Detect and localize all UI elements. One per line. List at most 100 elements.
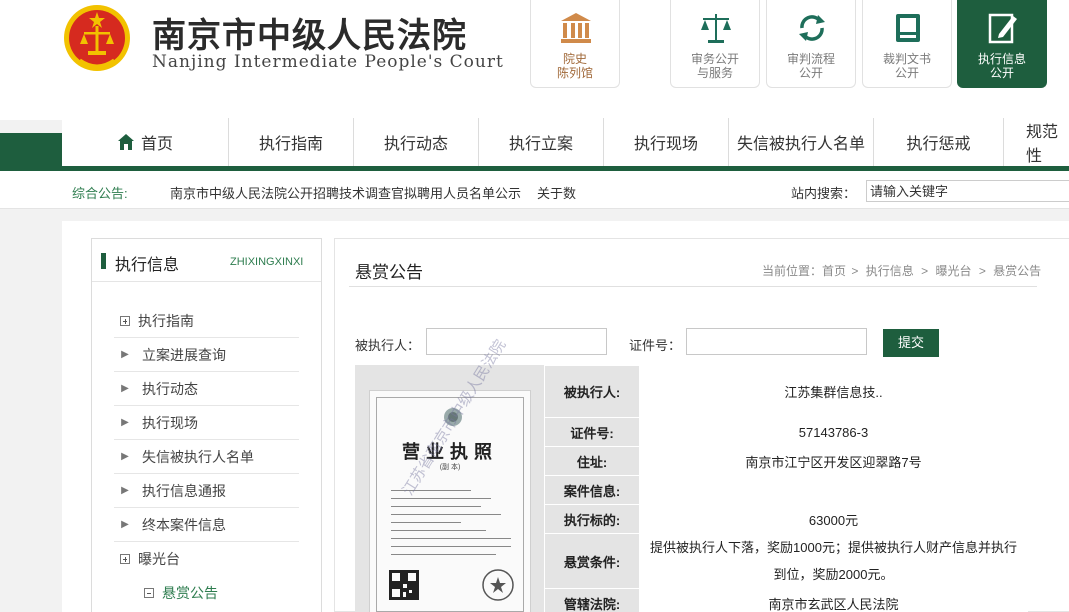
museum-button[interactable]: 院史 陈列馆: [530, 0, 620, 88]
sidebar: 执行信息 ZHIXINGXINXI 执行指南 ▶ 立案进展查询 ▶ 执行动态 ▶…: [91, 238, 322, 612]
execution-amount-key: 执行标的:: [544, 504, 640, 534]
arrow-right-icon: ▶: [121, 451, 129, 462]
sidebar-menu: 执行指南 ▶ 立案进展查询 ▶ 执行动态 ▶ 执行现场 ▶ 失信被执行人名单 ▶…: [114, 304, 299, 610]
breadcrumb-separator: >: [978, 264, 986, 278]
jurisdiction-court-value: 南京市玄武区人民法院: [639, 588, 1028, 612]
breadcrumb-separator: >: [851, 264, 859, 278]
court-name-en: Nanjing Intermediate People's Court: [152, 52, 504, 72]
jurisdiction-court-key: 管辖法院:: [544, 588, 640, 612]
table-row: 悬赏条件: 提供被执行人下落，奖励1000元；提供被执行人财产信息并执行到位，奖…: [544, 533, 1028, 589]
main-panel: 悬赏公告 当前位置：首页 > 执行信息 > 曝光台 > 悬赏公告 被执行人： 证…: [334, 238, 1069, 612]
sidebar-item-label: 立案进展查询: [142, 346, 226, 363]
breadcrumb-prefix: 当前位置：: [762, 264, 823, 278]
license-text-line: [391, 530, 486, 531]
license-text-line: [391, 498, 491, 499]
sidebar-item-label: 执行动态: [142, 380, 198, 397]
judgment-docs-button[interactable]: 裁判文书 公开: [862, 0, 952, 88]
museum-label-1: 院史: [562, 52, 587, 66]
sidebar-header: 执行信息 ZHIXINGXINXI: [92, 239, 321, 282]
judgment-docs-label-2: 公开: [894, 66, 919, 80]
sidebar-item-dishonest-list[interactable]: ▶ 失信被执行人名单: [114, 440, 299, 474]
license-text-line: [391, 506, 481, 507]
expand-plus-icon[interactable]: [120, 315, 130, 326]
museum-label-2: 陈列馆: [556, 66, 593, 80]
breadcrumb-separator: >: [921, 264, 929, 278]
license-border: 营业执照 (副 本) 江苏省南京市中级人民法院: [376, 337, 524, 612]
nav-execution-scene[interactable]: 执行现场: [604, 118, 729, 166]
scales-icon: [701, 14, 731, 43]
id-number-value: 57143786-3: [639, 417, 1028, 447]
business-license-image[interactable]: 营业执照 (副 本) 江苏省南京市中级人民法院: [369, 337, 531, 612]
content-area: 执行信息 ZHIXINGXINXI 执行指南 ▶ 立案进展查询 ▶ 执行动态 ▶…: [62, 221, 1069, 612]
notice-link[interactable]: 关于数: [537, 186, 576, 201]
sidebar-title: 执行信息: [115, 257, 180, 274]
name-field-label: 被执行人：: [355, 338, 421, 353]
notice-link[interactable]: 南京市中级人民法院公开招聘技术调查官拟聘用人员名单公示: [170, 186, 521, 201]
nav-home[interactable]: 首页: [62, 118, 229, 166]
expand-plus-icon[interactable]: [120, 554, 130, 564]
arrow-right-icon: ▶: [121, 349, 129, 360]
executee-name-input[interactable]: [426, 328, 607, 355]
notice-ticker: 南京市中级人民法院公开招聘技术调查官拟聘用人员名单公示 关于数: [170, 183, 612, 202]
table-row: 执行标的: 63000元: [544, 504, 1028, 534]
nav-normative[interactable]: 规范性: [1004, 118, 1069, 166]
trial-process-label-2: 公开: [798, 66, 823, 80]
license-text-line: [391, 514, 501, 515]
case-info-value: [639, 475, 1028, 505]
table-row: 证件号: 57143786-3: [544, 417, 1028, 447]
trial-affairs-button[interactable]: 审务公开 与服务: [670, 0, 760, 88]
submit-button[interactable]: 提交: [883, 329, 939, 357]
nav-dishonest-list[interactable]: 失信被执行人名单: [729, 118, 874, 166]
breadcrumb: 当前位置：首页 > 执行信息 > 曝光台 > 悬赏公告: [762, 262, 1043, 279]
table-row: 案件信息:: [544, 475, 1028, 505]
page-title: 悬赏公告: [355, 263, 423, 282]
site-search-input[interactable]: [866, 180, 1069, 202]
main-nav: 首页 执行指南 执行动态 执行立案 执行现场 失信被执行人名单 执行惩戒 规范性: [62, 118, 1069, 166]
reward-conditions-value: 提供被执行人下落，奖励1000元；提供被执行人财产信息并执行到位，奖励2000元…: [639, 533, 1028, 589]
trial-process-button[interactable]: 审判流程 公开: [766, 0, 856, 88]
execution-amount-value: 63000元: [639, 504, 1028, 534]
table-row: 被执行人: 江苏集群信息技..: [544, 365, 1028, 418]
sidebar-item-execution-guide[interactable]: 执行指南: [114, 304, 299, 338]
sidebar-item-terminated-cases[interactable]: ▶ 终本案件信息: [114, 508, 299, 542]
nav-execution-punishment[interactable]: 执行惩戒: [874, 118, 1004, 166]
breadcrumb-current: 悬赏公告: [993, 264, 1042, 278]
sidebar-item-execution-scene[interactable]: ▶ 执行现场: [114, 406, 299, 440]
nav-execution-filing[interactable]: 执行立案: [479, 118, 604, 166]
court-name-cn: 南京市中级人民法院: [152, 16, 467, 56]
site-header: 南京市中级人民法院 Nanjing Intermediate People's …: [0, 0, 1069, 120]
arrow-right-icon: ▶: [121, 485, 129, 496]
cycle-arrows-icon: [799, 15, 825, 41]
breadcrumb-home[interactable]: 首页: [822, 264, 846, 278]
nav-execution-news[interactable]: 执行动态: [354, 118, 479, 166]
breadcrumb-execution-info[interactable]: 执行信息: [866, 264, 914, 278]
national-emblem-icon: [64, 5, 130, 71]
id-number-input[interactable]: [686, 328, 867, 355]
sidebar-item-filing-progress[interactable]: ▶ 立案进展查询: [114, 338, 299, 372]
license-text-line: [391, 546, 511, 547]
license-watermark: 江苏省南京市中级人民法院: [399, 336, 510, 499]
sidebar-item-execution-news[interactable]: ▶ 执行动态: [114, 372, 299, 406]
license-text-line: [391, 522, 461, 523]
sidebar-item-execution-report[interactable]: ▶ 执行信息通报: [114, 474, 299, 508]
arrow-right-icon: ▶: [121, 383, 129, 394]
executee-key: 被执行人:: [544, 365, 640, 418]
sidebar-item-exposure[interactable]: 曝光台: [114, 542, 299, 576]
breadcrumb-exposure[interactable]: 曝光台: [935, 264, 971, 278]
execution-info-button[interactable]: 执行信息 公开: [957, 0, 1047, 88]
sidebar-item-label: 执行现场: [142, 414, 198, 431]
collapse-minus-icon[interactable]: [144, 588, 154, 598]
nav-execution-guide[interactable]: 执行指南: [229, 118, 354, 166]
judgment-docs-label-1: 裁判文书: [882, 52, 931, 66]
document-book-icon: [896, 14, 920, 42]
sidebar-item-reward-notice[interactable]: 悬赏公告: [114, 576, 299, 610]
sidebar-item-label: 终本案件信息: [142, 516, 226, 533]
id-field-label: 证件号：: [629, 338, 682, 353]
reward-conditions-key: 悬赏条件:: [544, 533, 640, 589]
address-value: 南京市江宁区开发区迎翠路7号: [639, 446, 1028, 476]
sidebar-item-label: 曝光台: [138, 551, 180, 567]
id-number-key: 证件号:: [544, 417, 640, 447]
case-info-key: 案件信息:: [544, 475, 640, 505]
license-photo-cell: 营业执照 (副 本) 江苏省南京市中级人民法院: [355, 337, 544, 612]
pillar-building-icon: [561, 13, 591, 43]
